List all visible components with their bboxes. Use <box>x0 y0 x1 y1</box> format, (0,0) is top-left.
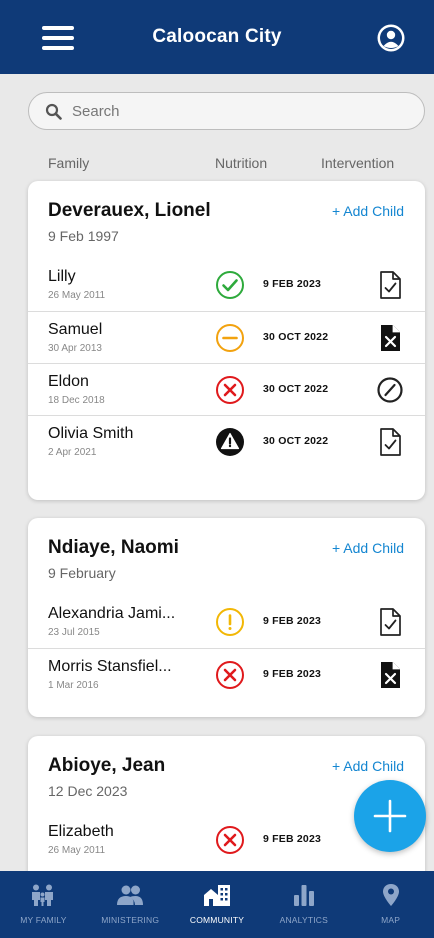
nav-my-family[interactable]: MY FAMILY <box>0 871 87 938</box>
page-title: Caloocan City <box>152 26 282 47</box>
child-row[interactable]: Eldon 18 Dec 2018 30 OCT 2022 <box>28 363 425 415</box>
nav-label: COMMUNITY <box>189 915 245 925</box>
child-dob: 2 Apr 2021 <box>48 447 97 458</box>
document-x-icon[interactable] <box>376 660 404 690</box>
document-check-icon[interactable] <box>376 270 404 300</box>
column-header-nutrition: Nutrition <box>215 155 268 171</box>
x-circle-icon <box>216 376 244 404</box>
check-circle-icon <box>216 271 244 299</box>
family-card: Ndiaye, Naomi 9 February + Add Child Ale… <box>28 518 425 717</box>
analytics-icon <box>293 885 314 906</box>
child-name: Alexandria Jami... <box>48 605 176 622</box>
child-dob: 18 Dec 2018 <box>48 395 105 406</box>
map-pin-icon <box>382 884 399 906</box>
child-dob: 1 Mar 2016 <box>48 680 99 691</box>
child-row[interactable]: Morris Stansfiel... 1 Mar 2016 9 FEB 202… <box>28 648 425 700</box>
nav-label: MAP <box>381 915 401 925</box>
nutrition-date: 30 OCT 2022 <box>263 331 329 343</box>
child-dob: 23 Jul 2015 <box>48 627 100 638</box>
child-dob: 26 May 2011 <box>48 845 106 856</box>
top-bar: Caloocan City <box>0 0 434 74</box>
add-child-button[interactable]: + Add Child <box>332 203 404 219</box>
nav-label: MY FAMILY <box>20 915 67 925</box>
exclamation-circle-icon <box>216 608 244 636</box>
document-x-icon[interactable] <box>376 323 404 353</box>
child-name: Lilly <box>48 268 76 285</box>
family-card-header: Deverauex, Lionel 9 Feb 1997 + Add Child <box>28 181 425 259</box>
family-icon <box>32 884 54 906</box>
search-bar[interactable] <box>28 92 425 130</box>
child-dob: 26 May 2011 <box>48 290 106 301</box>
nutrition-date: 9 FEB 2023 <box>263 615 322 627</box>
child-row[interactable]: Alexandria Jami... 23 Jul 2015 9 FEB 202… <box>28 596 425 648</box>
nav-community[interactable]: COMMUNITY <box>174 871 261 938</box>
slash-circle-icon[interactable] <box>376 375 404 405</box>
nav-ministering[interactable]: MINISTERING <box>87 871 174 938</box>
nav-map[interactable]: MAP <box>347 871 434 938</box>
child-name: Elizabeth <box>48 823 114 840</box>
child-name: Eldon <box>48 373 89 390</box>
nutrition-date: 9 FEB 2023 <box>263 278 322 290</box>
add-child-button[interactable]: + Add Child <box>332 758 404 774</box>
nav-label: ANALYTICS <box>279 915 328 925</box>
column-header-family: Family <box>48 155 90 171</box>
people-icon <box>117 885 144 905</box>
child-dob: 30 Apr 2013 <box>48 343 102 354</box>
child-name: Samuel <box>48 321 103 338</box>
community-icon <box>203 885 230 906</box>
hamburger-menu-icon[interactable] <box>42 26 74 50</box>
search-icon <box>45 103 62 120</box>
family-card-header: Ndiaye, Naomi 9 February + Add Child <box>28 518 425 596</box>
add-button[interactable] <box>354 780 426 852</box>
column-headers: Family Nutrition Intervention <box>0 155 434 175</box>
child-name: Morris Stansfiel... <box>48 658 172 675</box>
family-date: 9 February <box>48 565 116 581</box>
x-circle-icon <box>216 661 244 689</box>
child-name: Olivia Smith <box>48 425 134 442</box>
child-row[interactable]: Lilly 26 May 2011 9 FEB 2023 <box>28 259 425 311</box>
column-header-intervention: Intervention <box>321 155 395 171</box>
document-check-icon[interactable] <box>376 607 404 637</box>
nutrition-date: 9 FEB 2023 <box>263 833 322 845</box>
plus-icon <box>373 799 407 833</box>
add-child-button[interactable]: + Add Child <box>332 540 404 556</box>
search-input[interactable] <box>72 102 372 120</box>
family-card: Deverauex, Lionel 9 Feb 1997 + Add Child… <box>28 181 425 500</box>
nutrition-date: 9 FEB 2023 <box>263 668 322 680</box>
family-date: 9 Feb 1997 <box>48 228 119 244</box>
profile-icon[interactable] <box>376 23 406 53</box>
nav-label: MINISTERING <box>101 915 160 925</box>
nutrition-date: 30 OCT 2022 <box>263 383 329 395</box>
x-circle-icon <box>216 826 244 854</box>
bottom-nav: MY FAMILY MINISTERING COMMUNITY ANALYTIC… <box>0 871 434 938</box>
child-row[interactable]: Samuel 30 Apr 2013 30 OCT 2022 <box>28 311 425 363</box>
document-check-icon[interactable] <box>376 427 404 457</box>
nav-analytics[interactable]: ANALYTICS <box>260 871 347 938</box>
minus-circle-icon <box>216 324 244 352</box>
nutrition-date: 30 OCT 2022 <box>263 435 329 447</box>
warning-circle-icon <box>216 428 244 456</box>
child-row[interactable]: Olivia Smith 2 Apr 2021 30 OCT 2022 <box>28 415 425 467</box>
